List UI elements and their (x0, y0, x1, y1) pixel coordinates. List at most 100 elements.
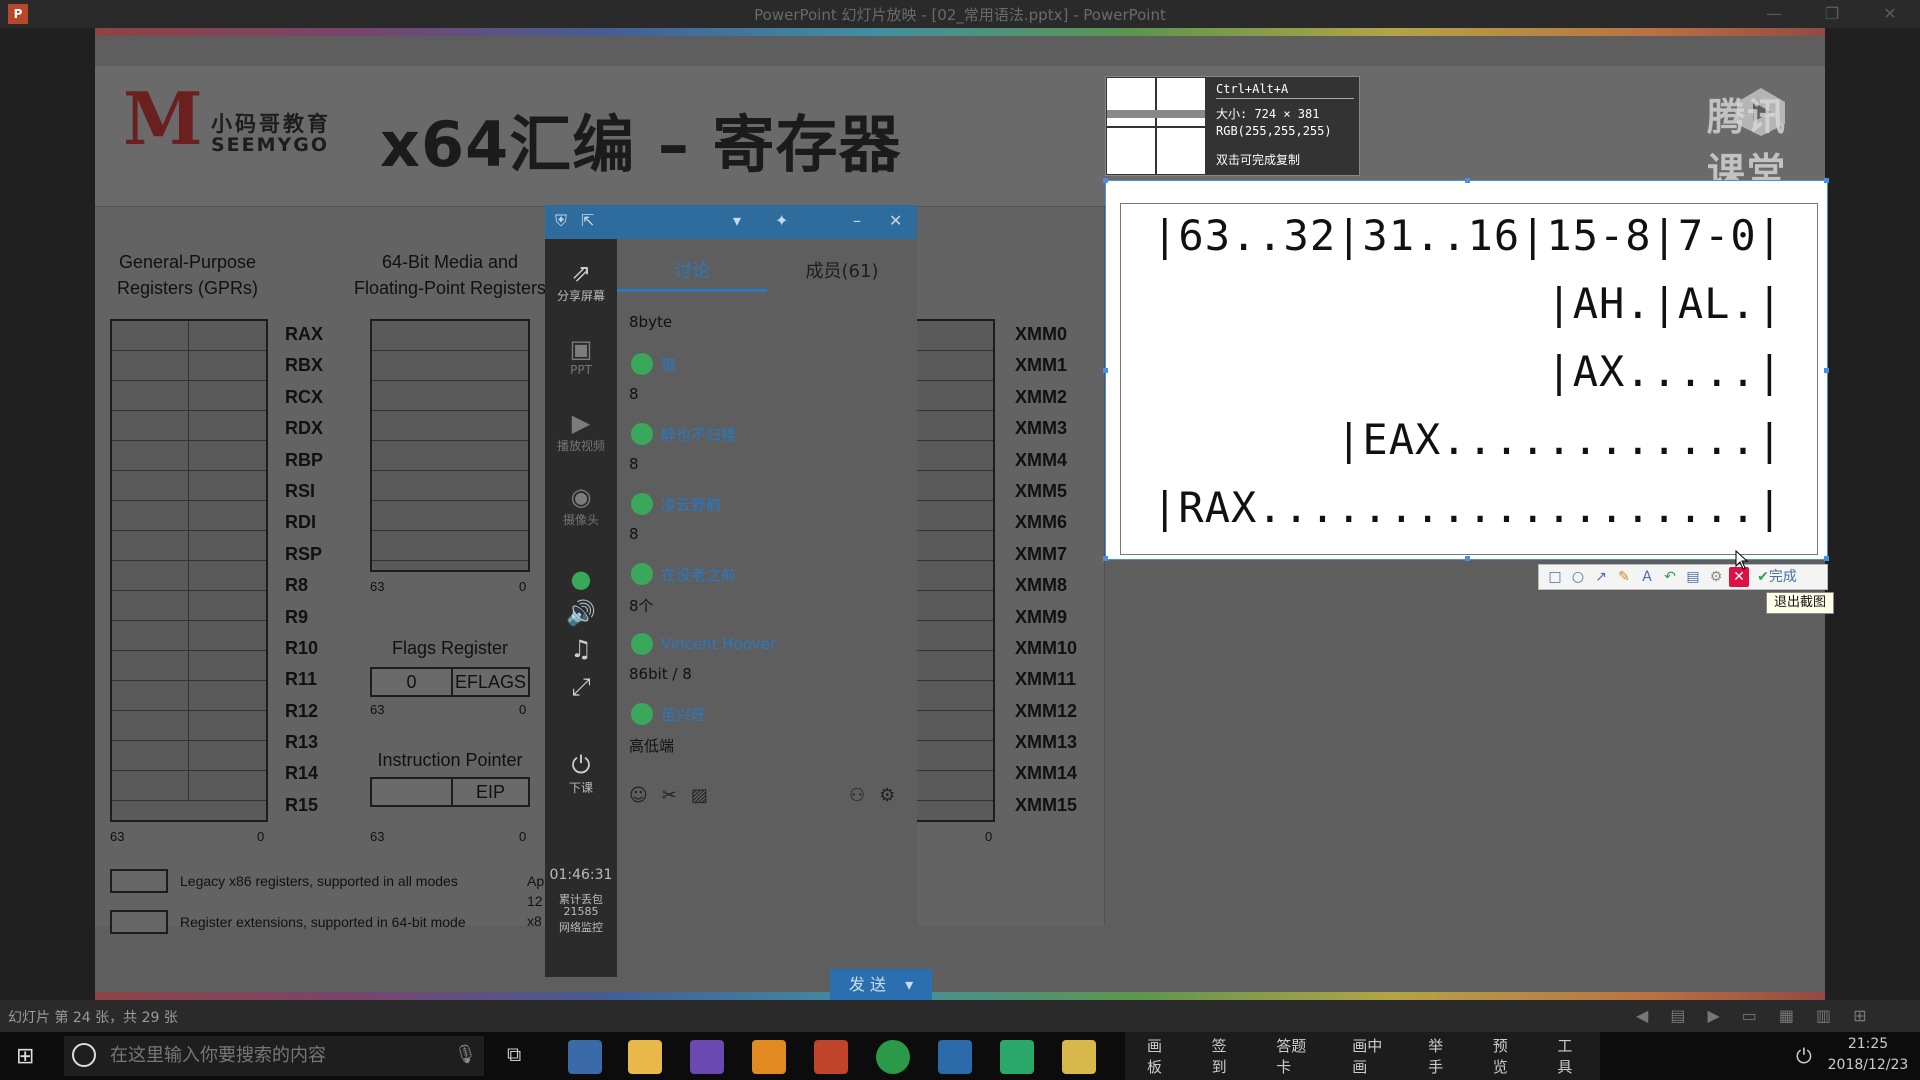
magnifier-hint: 双击可完成复制 (1216, 153, 1301, 167)
taskbar-search[interactable]: 在这里输入你要搜索的内容 (64, 1036, 484, 1076)
mic-button[interactable]: ● (549, 565, 613, 593)
done-button[interactable]: ✔完成 (1752, 567, 1802, 587)
task-view-icon[interactable]: ⧉ (507, 1042, 521, 1066)
message-sender[interactable]: 苗兴旺 (631, 703, 706, 725)
resize-handle-b[interactable] (1465, 556, 1470, 561)
resize-handle-tr[interactable] (1824, 178, 1829, 183)
tool-answer-card[interactable]: 答题卡 (1276, 1035, 1310, 1077)
archive-icon[interactable] (1062, 1040, 1096, 1074)
windows-start-icon[interactable]: ⊞ (16, 1044, 34, 1069)
image-icon[interactable]: ▨ (691, 785, 708, 806)
tool-raise-hand[interactable]: 举手 (1428, 1035, 1451, 1077)
close-button[interactable]: ✕ (1870, 2, 1910, 26)
avatar (631, 703, 653, 725)
file-explorer-icon[interactable] (628, 1040, 662, 1074)
cancel-icon[interactable]: ✕ (1729, 567, 1749, 587)
register-label: XMM10 (1015, 637, 1078, 658)
close-icon[interactable]: ✕ (889, 211, 902, 230)
sublime-text-icon[interactable] (752, 1040, 786, 1074)
emoji-icon[interactable]: ☺ (629, 785, 648, 806)
gear-icon[interactable]: ⚙ (879, 785, 895, 806)
register-label: XMM1 (1015, 355, 1068, 376)
register-label: RBP (285, 449, 324, 470)
brush-icon[interactable]: ✎ (1614, 567, 1634, 587)
taskbar-app-icon[interactable] (568, 1040, 602, 1074)
restore-button[interactable]: ❐ (1812, 2, 1852, 26)
flags-bit-hi: 63 (370, 702, 385, 717)
asm-line-3: |AX.....| (1546, 347, 1783, 396)
tool-pip[interactable]: 画中画 (1352, 1035, 1386, 1077)
fullscreen-button[interactable]: ⤢ (549, 673, 613, 701)
message-sender[interactable]: Vincent Hoover (631, 633, 776, 655)
message-text: 86bit / 8 (629, 665, 692, 683)
settings-icon[interactable]: ⚙ (1706, 567, 1726, 587)
resize-handle-r[interactable] (1824, 368, 1829, 373)
send-button[interactable]: 发 送 ▾ (830, 969, 932, 1001)
powerpoint-taskbar-icon[interactable] (814, 1040, 848, 1074)
power-icon[interactable]: ⏻ (1796, 1044, 1812, 1068)
previous-slide-icon[interactable]: ◀ (1636, 1006, 1648, 1025)
slideshow-icon[interactable]: ⊞ (1853, 1006, 1866, 1025)
register-row (112, 441, 266, 471)
register-label: R12 (285, 700, 319, 721)
share-screen-button[interactable]: ⇗ 分享屏幕 (549, 259, 613, 304)
chrome-icon[interactable] (876, 1040, 910, 1074)
fullscreen-icon: ⤢ (571, 673, 591, 701)
resize-handle-t[interactable] (1465, 178, 1470, 183)
next-slide-icon[interactable]: ▶ (1707, 1006, 1719, 1025)
users-icon[interactable]: ⚇ (849, 785, 865, 806)
register-row (112, 711, 266, 741)
text-icon[interactable]: A (1637, 567, 1657, 587)
cortana-icon[interactable] (72, 1043, 96, 1067)
slide-sorter-icon[interactable]: ▦ (1779, 1006, 1794, 1025)
ppt-button[interactable]: ▣ PPT (549, 335, 613, 377)
screenshot-selection[interactable]: |63..32|31..16|15-8|7-0| |AH.|AL.| |AX..… (1103, 178, 1829, 561)
resize-handle-l[interactable] (1103, 368, 1108, 373)
camera-button[interactable]: ◉ 摄像头 (549, 483, 613, 528)
normal-view-icon[interactable]: ▭ (1742, 1006, 1757, 1025)
message-sender[interactable]: 醉也不归楼 (631, 423, 736, 445)
play-video-button[interactable]: ▶ 播放视频 (549, 409, 613, 454)
end-class-button[interactable]: ⏻ 下课 (549, 751, 613, 796)
menu-icon[interactable]: ▤ (1670, 1006, 1685, 1025)
tab-members[interactable]: 成员(61) (767, 257, 917, 283)
arrow-icon[interactable]: ↗ (1591, 567, 1611, 587)
tab-discuss[interactable]: 讨论 (617, 257, 767, 283)
ip-name: EIP (475, 782, 505, 802)
save-icon[interactable]: ▤ (1683, 567, 1703, 587)
mmx-register-stack (370, 319, 530, 572)
shield-icon[interactable]: ⛨ (555, 211, 567, 231)
register-row (112, 351, 266, 381)
resize-handle-tl[interactable] (1103, 178, 1108, 183)
register-row (112, 321, 266, 351)
music-button[interactable]: ♫ (549, 635, 613, 663)
undo-icon[interactable]: ↶ (1660, 567, 1680, 587)
reading-view-icon[interactable]: ▥ (1816, 1006, 1831, 1025)
register-row (372, 501, 528, 531)
app-c-icon[interactable] (1000, 1040, 1034, 1074)
minimize-icon[interactable]: – (853, 211, 861, 230)
microphone-icon[interactable]: 🎙 (454, 1044, 477, 1065)
tool-preview[interactable]: 预览 (1493, 1035, 1516, 1077)
pin-icon[interactable]: ✦ (775, 211, 788, 230)
tool-tools[interactable]: 工具 (1557, 1035, 1580, 1077)
rectangle-icon[interactable]: □ (1545, 567, 1565, 587)
external-icon[interactable]: ⇱ (581, 211, 594, 230)
message-sender[interactable]: 凌云野鹤 (631, 493, 721, 515)
ellipse-icon[interactable]: ○ (1568, 567, 1588, 587)
visual-studio-icon[interactable] (690, 1040, 724, 1074)
send-dropdown-icon[interactable]: ▾ (905, 975, 913, 994)
tool-whiteboard[interactable]: 画板 (1147, 1035, 1170, 1077)
scissors-icon[interactable]: ✂ (662, 785, 677, 806)
tool-checkin[interactable]: 签到 (1212, 1035, 1235, 1077)
gpr-bit-lo: 0 (257, 829, 265, 844)
speaker-button[interactable]: 🔊 (549, 599, 613, 627)
minimize-button[interactable]: — (1754, 2, 1794, 26)
message-sender[interactable]: 在没老之前 (631, 563, 736, 585)
register-row (112, 651, 266, 681)
resize-handle-br[interactable] (1824, 556, 1829, 561)
chevron-down-icon[interactable]: ▾ (733, 211, 741, 230)
resize-handle-bl[interactable] (1103, 556, 1108, 561)
tencent-classroom-app-icon[interactable] (938, 1040, 972, 1074)
message-sender[interactable]: 狼 (631, 353, 676, 375)
